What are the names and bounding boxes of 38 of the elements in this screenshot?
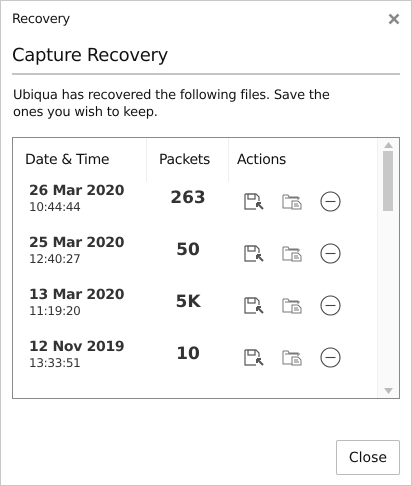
date-text: 12 Nov 2019 (29, 338, 126, 356)
folder-document-icon (282, 244, 302, 262)
time-text: 12:40:27 (29, 252, 82, 267)
packet-count: 263 (170, 188, 206, 208)
column-header: Actions (236, 151, 288, 170)
packet-count: 50 (176, 240, 200, 260)
date-text: 13 Mar 2020 (29, 286, 126, 304)
time-text: 13:33:51 (29, 356, 82, 371)
remove-circle-icon (320, 190, 340, 212)
remove-circle-icon (320, 346, 340, 368)
dialog-heading: Capture Recovery (12, 45, 400, 75)
floppy-disk-icon (244, 296, 264, 314)
floppy-disk-icon (244, 348, 264, 366)
discard-button[interactable] (319, 242, 341, 264)
time-text: 10:44:44 (29, 200, 82, 215)
packet-count: 10 (176, 344, 200, 364)
folder-document-icon (282, 192, 302, 210)
date-text: 26 Mar 2020 (29, 182, 126, 200)
discard-button[interactable] (319, 346, 341, 368)
window-title: Recovery (12, 12, 70, 26)
folder-document-icon (282, 348, 302, 366)
packet-count: 5K (175, 292, 200, 312)
close-button[interactable]: Close (336, 440, 400, 475)
scrollbar[interactable] (377, 138, 399, 398)
remove-circle-icon (320, 242, 340, 264)
column-header: Date & Time (13, 138, 147, 182)
time-text: 11:19:20 (29, 304, 82, 319)
date-text: 25 Mar 2020 (29, 234, 126, 252)
discard-button[interactable] (319, 294, 341, 316)
folder-document-icon (282, 296, 302, 314)
scroll-thumb[interactable] (383, 151, 393, 211)
remove-circle-icon (320, 294, 340, 316)
discard-button[interactable] (319, 190, 341, 212)
close-icon[interactable] (388, 13, 400, 25)
column-header: Packets (147, 138, 229, 182)
floppy-disk-icon (244, 192, 264, 210)
description-text: Ubiqua has recovered the following files. Save the ones you wish to keep. (12, 87, 331, 121)
floppy-disk-icon (244, 244, 264, 262)
